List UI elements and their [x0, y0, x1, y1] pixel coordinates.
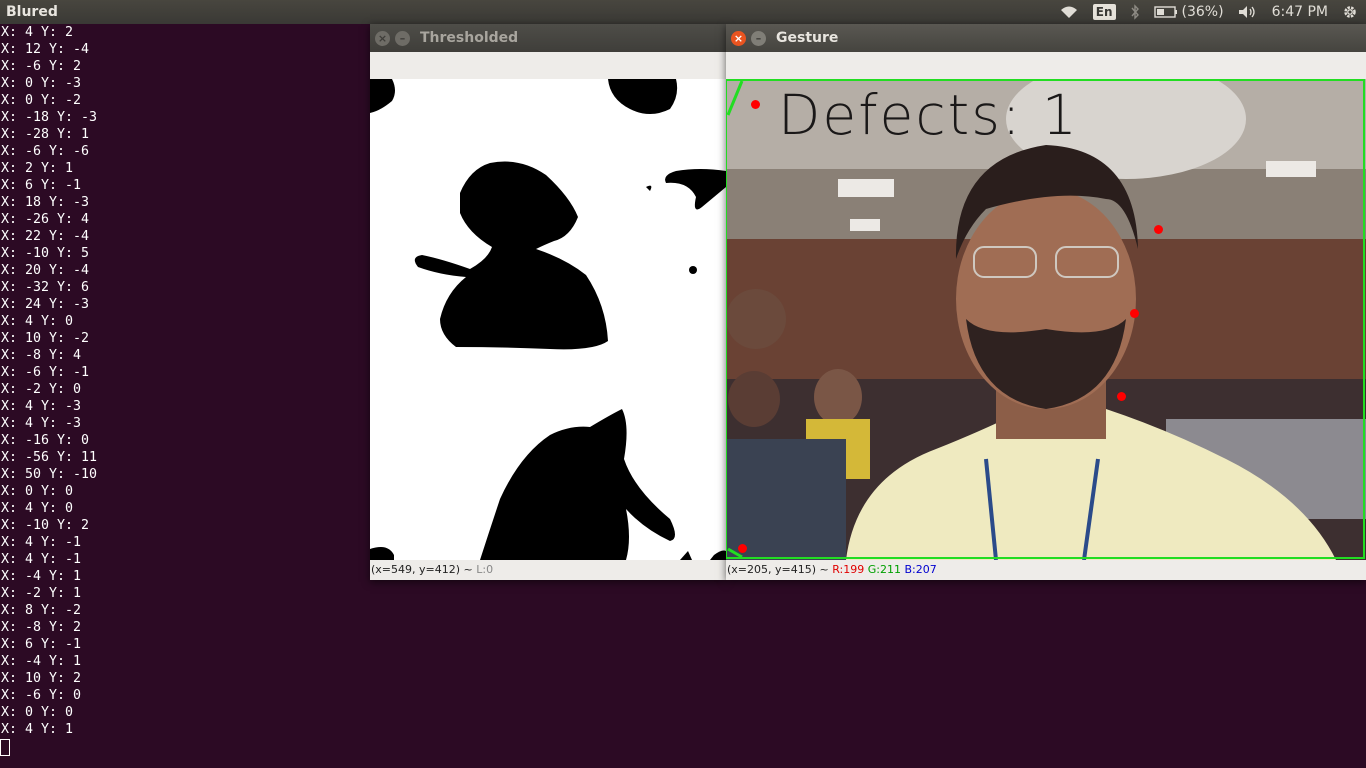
defect-point [1117, 392, 1126, 401]
terminal-line: X: 4 Y: -3 [1, 416, 82, 431]
close-icon[interactable]: × [731, 30, 746, 46]
terminal-line: X: 4 Y: 0 [1, 314, 74, 329]
terminal-line: X: 4 Y: 2 [1, 25, 74, 40]
thresholded-titlebar[interactable]: × – Thresholded [370, 24, 726, 52]
close-icon[interactable]: × [375, 30, 390, 46]
terminal-line: X: -32 Y: 6 [1, 280, 90, 295]
wifi-icon[interactable] [1059, 5, 1079, 19]
terminal-line: X: 18 Y: -3 [1, 195, 90, 210]
terminal-line: X: 12 Y: -4 [1, 42, 90, 57]
battery-indicator[interactable]: (36%) [1153, 4, 1224, 20]
defect-point [1154, 225, 1163, 234]
terminal-line: X: 24 Y: -3 [1, 297, 90, 312]
defect-point [1130, 309, 1139, 318]
terminal-line: X: -2 Y: 0 [1, 382, 82, 397]
gesture-title: Gesture [776, 30, 839, 46]
terminal-line: X: 0 Y: 0 [1, 705, 74, 720]
terminal-line: X: -16 Y: 0 [1, 433, 90, 448]
thresholded-statusbar: (x=549, y=412) ~ L:0 [370, 560, 726, 580]
active-app-title: Blured [6, 4, 58, 20]
terminal-line: X: -26 Y: 4 [1, 212, 90, 227]
pixel-red-value: R:199 [832, 563, 865, 576]
gesture-window[interactable]: × – Gesture Defects: 1 (x=205, y=415) ~ … [726, 24, 1366, 580]
terminal-line: X: -8 Y: 2 [1, 620, 82, 635]
terminal-line: X: -4 Y: 1 [1, 569, 82, 584]
pixel-green-value: G:211 [867, 563, 901, 576]
camera-frame [726, 79, 1366, 560]
clock[interactable]: 6:47 PM [1272, 4, 1328, 20]
terminal-line: X: 8 Y: -2 [1, 603, 82, 618]
terminal-line: X: -2 Y: 1 [1, 586, 82, 601]
battery-percent: (36%) [1181, 4, 1224, 20]
terminal-line: X: -6 Y: -6 [1, 144, 90, 159]
terminal-line: X: -6 Y: 2 [1, 59, 82, 74]
terminal-line: X: -6 Y: -1 [1, 365, 90, 380]
terminal-line: X: 20 Y: -4 [1, 263, 90, 278]
terminal-line: X: 50 Y: -10 [1, 467, 98, 482]
terminal-line: X: 10 Y: 2 [1, 671, 82, 686]
thresholded-window[interactable]: × – Thresholded (x=549, y=412) ~ L:0 [370, 24, 726, 580]
pixel-blue-value: B:207 [904, 563, 937, 576]
terminal-line: X: -6 Y: 0 [1, 688, 82, 703]
terminal-line: X: 2 Y: 1 [1, 161, 74, 176]
terminal-line: X: 10 Y: -2 [1, 331, 90, 346]
terminal-line: X: 4 Y: 1 [1, 722, 74, 737]
minimize-icon[interactable]: – [395, 30, 410, 46]
gesture-toolbar [726, 52, 1366, 79]
terminal-line: X: 6 Y: -1 [1, 178, 82, 193]
terminal-cursor [0, 739, 10, 756]
terminal-output[interactable]: X: 4 Y: 2 X: 12 Y: -4 X: -6 Y: 2 X: 0 Y: -3… [0, 24, 370, 768]
thresholded-coords: (x=549, y=412) ~ [371, 563, 473, 576]
terminal-line: X: -28 Y: 1 [1, 127, 90, 142]
terminal-line: X: -56 Y: 11 [1, 450, 98, 465]
terminal-line: X: 6 Y: -1 [1, 637, 82, 652]
terminal-line: X: 4 Y: -3 [1, 399, 82, 414]
terminal-line: X: -10 Y: 5 [1, 246, 90, 261]
gesture-camera-image[interactable]: Defects: 1 [726, 79, 1366, 560]
gear-icon[interactable] [1342, 4, 1358, 20]
terminal-line: X: 4 Y: 0 [1, 501, 74, 516]
terminal-line: X: -18 Y: -3 [1, 110, 98, 125]
terminal-line: X: -8 Y: 4 [1, 348, 82, 363]
terminal-line: X: 4 Y: -1 [1, 552, 82, 567]
gesture-statusbar: (x=205, y=415) ~ R:199 G:211 B:207 [726, 560, 1366, 580]
keyboard-layout-indicator[interactable]: En [1092, 4, 1116, 20]
terminal-line: X: 0 Y: -2 [1, 93, 82, 108]
minimize-icon[interactable]: – [751, 30, 766, 46]
terminal-line: X: 0 Y: 0 [1, 484, 74, 499]
terminal-line: X: 0 Y: -3 [1, 76, 82, 91]
bluetooth-icon[interactable] [1130, 4, 1140, 20]
terminal-line: X: -4 Y: 1 [1, 654, 82, 669]
terminal-line: X: -10 Y: 2 [1, 518, 90, 533]
indicator-area: En (36%) 6:47 PM [1059, 0, 1358, 24]
thresholded-toolbar [370, 52, 726, 79]
terminal-lines: X: 4 Y: 2 X: 12 Y: -4 X: -6 Y: 2 X: 0 Y: -3… [0, 24, 370, 738]
defects-overlay-text: Defects: 1 [778, 83, 1079, 147]
gesture-coords: (x=205, y=415) ~ [727, 563, 829, 576]
gesture-titlebar[interactable]: × – Gesture [726, 24, 1366, 52]
terminal-line: X: 22 Y: -4 [1, 229, 90, 244]
defect-point [751, 100, 760, 109]
battery-icon [1153, 6, 1177, 18]
thresholded-title: Thresholded [420, 30, 519, 46]
top-panel: Blured En (36%) 6:47 PM [0, 0, 1366, 24]
defect-point [738, 544, 747, 553]
terminal-line: X: 4 Y: -1 [1, 535, 82, 550]
thresholded-value: L:0 [476, 563, 494, 576]
thresholded-image[interactable] [370, 79, 726, 560]
volume-icon[interactable] [1238, 5, 1258, 19]
